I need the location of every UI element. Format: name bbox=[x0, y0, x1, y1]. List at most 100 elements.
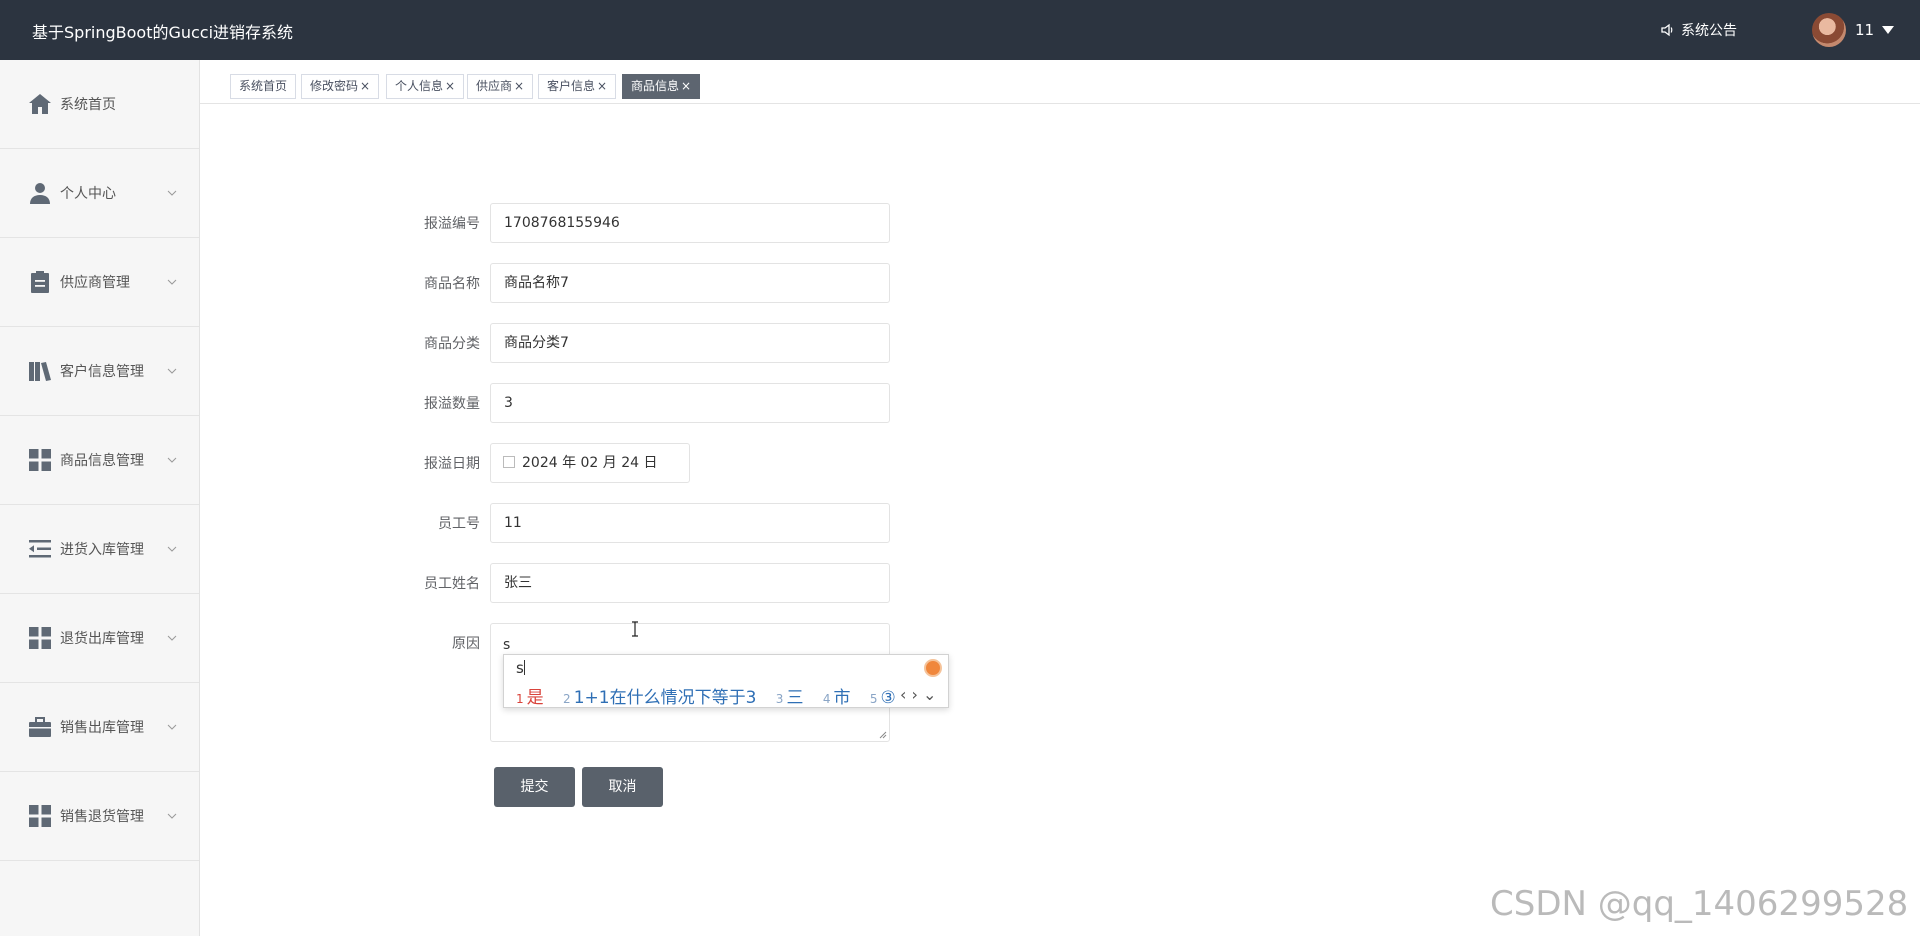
ime-page-nav[interactable]: ‹ › ⌄ bbox=[900, 685, 936, 704]
sidebar-item-label: 销售退货管理 bbox=[60, 809, 144, 825]
sidebar-item-label: 商品信息管理 bbox=[60, 453, 144, 469]
field-label: 报溢编号 bbox=[424, 216, 480, 232]
tab-label: 商品信息 bbox=[631, 79, 680, 93]
sidebar-item-return-out[interactable]: 退货出库管理 bbox=[0, 594, 199, 683]
submit-button[interactable]: 提交 bbox=[494, 767, 575, 807]
field-label: 报溢数量 bbox=[424, 396, 480, 412]
tab-label: 系统首页 bbox=[239, 79, 288, 93]
tab-home[interactable]: 系统首页 bbox=[230, 74, 297, 99]
ime-logo-icon[interactable] bbox=[924, 659, 942, 677]
avatar bbox=[1812, 13, 1846, 47]
tab-label: 供应商 bbox=[476, 79, 513, 93]
sidebar-item-label: 系统首页 bbox=[60, 97, 116, 113]
overflow-date-picker[interactable]: 2024 年 02 月 24 日 bbox=[490, 443, 690, 483]
caret-down-icon bbox=[1882, 26, 1895, 34]
sidebar-item-home[interactable]: 系统首页 bbox=[0, 60, 199, 149]
sidebar-item-customer[interactable]: 客户信息管理 bbox=[0, 327, 199, 416]
tab-personal-info[interactable]: 个人信息 × bbox=[386, 74, 465, 99]
sidebar-item-purchase-in[interactable]: 进货入库管理 bbox=[0, 505, 199, 594]
overflow-quantity-input[interactable]: 3 bbox=[490, 383, 890, 423]
close-icon[interactable]: × bbox=[597, 79, 607, 93]
ime-candidate[interactable]: 3三 bbox=[776, 688, 804, 708]
book-icon bbox=[29, 362, 51, 381]
username: 11 bbox=[1855, 21, 1875, 39]
sidebar-item-label: 退货出库管理 bbox=[60, 631, 144, 647]
close-icon[interactable]: × bbox=[514, 79, 524, 93]
close-icon[interactable]: × bbox=[681, 79, 691, 93]
tab-label: 个人信息 bbox=[395, 79, 444, 93]
ime-composition-text: s bbox=[516, 659, 524, 677]
user-menu[interactable]: 11 bbox=[1812, 13, 1895, 47]
user-icon bbox=[30, 183, 50, 204]
field-label: 原因 bbox=[452, 636, 480, 652]
sidebar-item-label: 进货入库管理 bbox=[60, 542, 144, 558]
reason-value: s bbox=[503, 637, 511, 653]
sidebar-item-supplier[interactable]: 供应商管理 bbox=[0, 238, 199, 327]
sidebar-item-label: 供应商管理 bbox=[60, 275, 130, 291]
grid-icon bbox=[29, 805, 51, 827]
chevron-down-icon bbox=[167, 546, 177, 552]
top-bar: 基于SpringBoot的Gucci进销存系统 系统公告 11 bbox=[0, 0, 1920, 60]
product-name-input[interactable]: 商品名称7 bbox=[490, 263, 890, 303]
close-icon[interactable]: × bbox=[445, 79, 455, 93]
candidate-number: 3 bbox=[775, 692, 784, 706]
text-cursor bbox=[523, 660, 525, 675]
chevron-down-icon bbox=[167, 190, 177, 196]
employee-name-input[interactable]: 张三 bbox=[490, 563, 890, 603]
date-value: 2024 年 02 月 24 日 bbox=[522, 455, 658, 471]
tab-customer-info[interactable]: 客户信息 × bbox=[538, 74, 617, 99]
product-category-input[interactable]: 商品分类7 bbox=[490, 323, 890, 363]
ime-candidate-popup: s 1是 2 1+1在什么情况下等于3 3三 4市 5③ ‹ › ⌄ bbox=[503, 654, 949, 708]
ime-candidate[interactable]: 4市 bbox=[823, 688, 851, 708]
chevron-down-icon bbox=[167, 457, 177, 463]
briefcase-icon bbox=[29, 717, 51, 737]
candidate-text: 是 bbox=[526, 688, 544, 708]
tab-supplier[interactable]: 供应商 × bbox=[467, 74, 534, 99]
home-icon bbox=[29, 94, 51, 114]
employee-id-input[interactable]: 11 bbox=[490, 503, 890, 543]
chevron-down-icon bbox=[167, 635, 177, 641]
close-icon[interactable]: × bbox=[360, 79, 370, 93]
notice-link[interactable]: 系统公告 bbox=[1661, 20, 1737, 40]
candidate-text: ③ bbox=[880, 688, 896, 708]
candidate-text: 1+1在什么情况下等于3 bbox=[573, 688, 757, 708]
cancel-button[interactable]: 取消 bbox=[582, 767, 663, 807]
sidebar-item-sales-out[interactable]: 销售出库管理 bbox=[0, 683, 199, 772]
field-label: 员工姓名 bbox=[424, 576, 480, 592]
tab-change-password[interactable]: 修改密码 × bbox=[301, 74, 380, 99]
tab-label: 客户信息 bbox=[547, 79, 596, 93]
sidebar-item-personal-center[interactable]: 个人中心 bbox=[0, 149, 199, 238]
calendar-icon bbox=[503, 456, 515, 468]
candidate-number: 5 bbox=[869, 692, 878, 706]
sidebar-item-sales-return[interactable]: 销售退货管理 bbox=[0, 772, 199, 861]
candidate-number: 4 bbox=[822, 692, 831, 706]
tab-label: 修改密码 bbox=[310, 79, 359, 93]
sidebar: 系统首页 个人中心 供应商管理 客户信息管理 商品信息管理 进货入库管理 退货出… bbox=[0, 60, 200, 936]
candidate-text: 三 bbox=[786, 688, 804, 708]
ime-candidates: 1是 2 1+1在什么情况下等于3 3三 4市 5③ bbox=[516, 683, 910, 708]
sidebar-item-label: 销售出库管理 bbox=[60, 720, 144, 736]
field-label: 员工号 bbox=[438, 516, 480, 532]
candidate-number: 1 bbox=[516, 692, 524, 706]
chevron-down-icon bbox=[167, 724, 177, 730]
ime-candidate[interactable]: 5③ bbox=[870, 688, 896, 708]
field-label: 商品名称 bbox=[424, 276, 480, 292]
overflow-number-input[interactable]: 1708768155946 bbox=[490, 203, 890, 243]
ime-candidate[interactable]: 1是 bbox=[516, 688, 544, 708]
grid-icon bbox=[29, 449, 51, 471]
tab-product-info[interactable]: 商品信息 × bbox=[622, 74, 701, 99]
sidebar-item-product[interactable]: 商品信息管理 bbox=[0, 416, 199, 505]
ibeam-cursor-icon bbox=[632, 621, 638, 637]
clipboard-icon bbox=[31, 271, 49, 293]
sidebar-item-label: 客户信息管理 bbox=[60, 364, 144, 380]
resize-grip-icon[interactable] bbox=[879, 731, 887, 739]
watermark: CSDN @qq_1406299528 bbox=[1490, 884, 1909, 924]
ime-candidate[interactable]: 2 1+1在什么情况下等于3 bbox=[563, 688, 756, 708]
candidate-text: 市 bbox=[833, 688, 851, 708]
ime-composition: s bbox=[516, 659, 525, 677]
candidate-number: 2 bbox=[563, 692, 571, 706]
list-indent-icon bbox=[29, 540, 51, 558]
grid-icon bbox=[29, 627, 51, 649]
field-label: 报溢日期 bbox=[424, 456, 480, 472]
field-label: 商品分类 bbox=[424, 336, 480, 352]
